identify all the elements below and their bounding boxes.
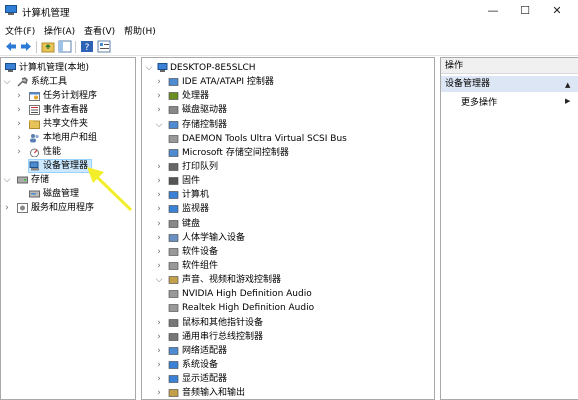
expand-chevron-icon[interactable]: › xyxy=(155,344,163,358)
actions-section-device-manager[interactable]: 设备管理器 ▲ xyxy=(441,76,578,92)
maximize-button[interactable]: ☐ xyxy=(508,0,542,22)
event-viewer-icon xyxy=(29,105,40,115)
menu-action[interactable]: 操作(A) xyxy=(44,24,75,37)
title-bar: 计算机管理 — ☐ ✕ xyxy=(0,0,578,22)
properties-icon[interactable] xyxy=(97,40,111,53)
expand-chevron-icon[interactable]: › xyxy=(155,89,163,103)
speaker-icon xyxy=(168,304,179,313)
expand-chevron-icon[interactable]: › xyxy=(155,372,163,386)
tools-icon xyxy=(17,77,28,87)
expand-chevron-icon[interactable]: › xyxy=(15,131,23,145)
usb-icon xyxy=(168,332,179,341)
toolbar: ? xyxy=(0,38,578,56)
actions-header: 操作 xyxy=(441,58,578,74)
disk-management-icon xyxy=(29,190,40,198)
expand-chevron-icon[interactable]: › xyxy=(155,330,163,344)
firmware-icon xyxy=(168,177,179,185)
monitor-icon xyxy=(168,205,179,214)
collapse-chevron-icon[interactable]: ⌵ xyxy=(3,75,11,89)
expand-chevron-icon[interactable]: › xyxy=(155,75,163,89)
network-adapter-icon xyxy=(168,347,179,355)
device-tree: ⌵ DESKTOP-8E5SLCH › IDE ATA/ATAPI 控制器 › 处理器… xyxy=(141,57,435,400)
menu-view[interactable]: 查看(V) xyxy=(84,24,115,37)
help-icon[interactable]: ? xyxy=(80,40,94,53)
collapse-chevron-icon[interactable]: ⌵ xyxy=(155,273,163,287)
device-manager-icon xyxy=(29,161,39,171)
expand-chevron-icon[interactable]: › xyxy=(155,202,163,216)
services-icon xyxy=(17,203,28,213)
collapse-section-icon[interactable]: ▲ xyxy=(565,77,570,93)
svg-text:?: ? xyxy=(85,43,90,53)
actions-pane: 操作 设备管理器 ▲ 更多操作 ▶ xyxy=(440,57,578,400)
computer-icon xyxy=(157,63,168,72)
expand-chevron-icon[interactable]: › xyxy=(15,89,23,103)
storage-icon xyxy=(17,176,28,184)
window-title: 计算机管理 xyxy=(22,8,70,19)
toolbar-separator xyxy=(36,41,37,53)
navigation-tree: 计算机管理(本地) ⌵ 系统工具 › 任务计划程序 › 事件查看器 › 共享文件… xyxy=(0,57,136,400)
more-actions-link[interactable]: 更多操作 xyxy=(461,95,497,108)
printer-icon xyxy=(168,163,179,171)
menu-file[interactable]: 文件(F) xyxy=(5,24,35,37)
expand-chevron-icon[interactable]: › xyxy=(155,188,163,202)
mouse-icon xyxy=(168,318,179,327)
computer-management-icon xyxy=(5,63,16,72)
processor-icon xyxy=(168,92,179,100)
software-device-icon xyxy=(168,247,179,256)
display-adapter-icon xyxy=(168,375,179,383)
audio-io-icon xyxy=(168,389,179,398)
expand-chevron-icon[interactable]: › xyxy=(155,316,163,330)
collapse-chevron-icon[interactable]: ⌵ xyxy=(145,61,153,75)
expand-chevron-icon[interactable]: › xyxy=(155,217,163,231)
task-scheduler-icon xyxy=(29,92,40,101)
computer-management-icon xyxy=(5,5,17,15)
menu-bar: 文件(F) 操作(A) 查看(V) 帮助(H) xyxy=(0,22,578,38)
ide-controller-icon xyxy=(168,78,179,86)
expand-chevron-icon[interactable]: › xyxy=(3,201,11,215)
storage-controller-icon xyxy=(168,120,179,129)
hid-icon xyxy=(168,233,179,242)
expand-chevron-icon[interactable]: › xyxy=(15,145,23,159)
expand-chevron-icon[interactable]: › xyxy=(155,245,163,259)
expand-chevron-icon[interactable]: › xyxy=(155,259,163,273)
back-icon[interactable] xyxy=(4,40,18,53)
close-button[interactable]: ✕ xyxy=(540,0,574,22)
submenu-arrow-icon: ▶ xyxy=(565,97,571,105)
expand-chevron-icon[interactable]: › xyxy=(15,117,23,131)
storage-spaces-icon xyxy=(168,148,179,157)
scsi-icon xyxy=(168,134,179,143)
expand-chevron-icon[interactable]: › xyxy=(155,103,163,117)
show-hide-tree-icon[interactable] xyxy=(58,40,72,53)
system-device-icon xyxy=(168,361,179,369)
forward-icon[interactable] xyxy=(19,40,33,53)
expand-chevron-icon[interactable]: › xyxy=(155,358,163,372)
expand-chevron-icon[interactable]: › xyxy=(155,231,163,245)
expand-chevron-icon[interactable]: › xyxy=(155,160,163,174)
minimize-button[interactable]: — xyxy=(476,0,510,22)
collapse-chevron-icon[interactable]: ⌵ xyxy=(155,118,163,132)
expand-chevron-icon[interactable]: › xyxy=(155,386,163,399)
menu-help[interactable]: 帮助(H) xyxy=(124,24,156,37)
toolbar-separator xyxy=(75,41,76,53)
shared-folder-icon xyxy=(29,120,40,129)
software-component-icon xyxy=(168,262,179,270)
disk-drive-icon xyxy=(168,106,179,115)
collapse-chevron-icon[interactable]: ⌵ xyxy=(3,173,11,187)
performance-icon xyxy=(30,148,39,157)
computer-icon xyxy=(168,191,179,199)
speaker-icon xyxy=(168,290,179,299)
expand-chevron-icon[interactable]: › xyxy=(15,103,23,117)
users-icon xyxy=(30,134,39,143)
sound-icon xyxy=(168,276,179,284)
up-folder-icon[interactable] xyxy=(41,40,55,53)
keyboard-icon xyxy=(168,219,179,228)
expand-chevron-icon[interactable]: › xyxy=(155,174,163,188)
